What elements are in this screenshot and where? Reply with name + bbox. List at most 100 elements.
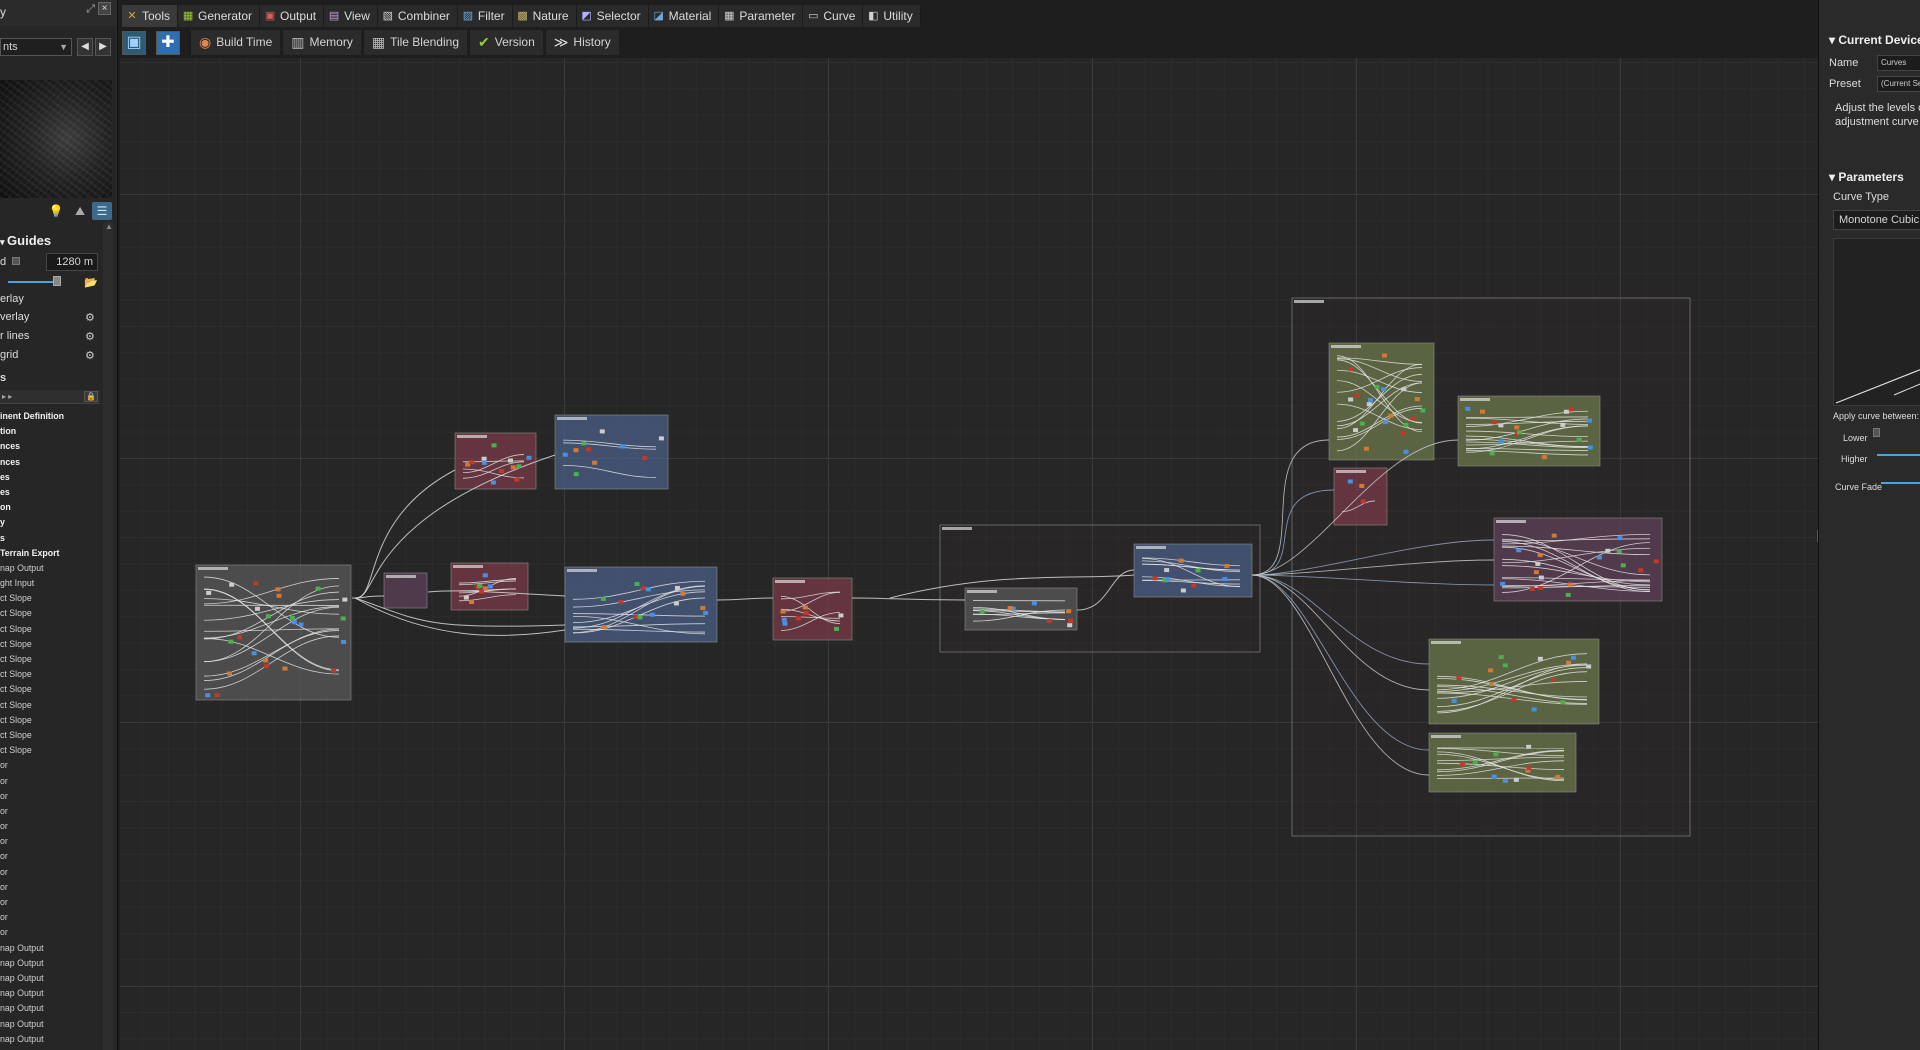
node-port[interactable] (1224, 563, 1230, 568)
node-port[interactable] (265, 614, 271, 619)
node-port[interactable] (803, 610, 809, 615)
node-port[interactable] (1381, 387, 1387, 392)
next-arrow-icon[interactable]: ▶ (95, 38, 111, 56)
tab-curve[interactable]: ▭ Curve (803, 5, 864, 27)
node-port[interactable] (1531, 707, 1537, 712)
scale-value-field[interactable]: 1280 m (46, 253, 98, 271)
tree-item[interactable]: or (0, 865, 100, 880)
node-port[interactable] (205, 693, 211, 698)
node-port[interactable] (1363, 446, 1369, 451)
node-port[interactable] (229, 582, 235, 587)
node-port[interactable] (1366, 402, 1372, 407)
node-port[interactable] (1541, 455, 1547, 460)
node-port[interactable] (700, 606, 706, 611)
node-port[interactable] (645, 587, 651, 592)
node-port[interactable] (1164, 568, 1170, 573)
node-port[interactable] (1551, 533, 1557, 538)
node-port[interactable] (1502, 663, 1508, 668)
tree-item[interactable]: ct Slope (0, 622, 100, 637)
tree-item[interactable]: or (0, 910, 100, 925)
node-port[interactable] (1031, 601, 1037, 606)
node-port[interactable] (1359, 421, 1365, 426)
tab-filter[interactable]: ▨ Filter (457, 5, 513, 27)
node-port[interactable] (1348, 367, 1354, 372)
node-port[interactable] (1516, 548, 1522, 553)
tree-item[interactable]: ght Input (0, 576, 100, 591)
group-title-label[interactable] (1136, 546, 1166, 549)
node-port[interactable] (1195, 568, 1201, 573)
node-port[interactable] (1066, 609, 1072, 614)
tree-item[interactable]: nap Output (0, 956, 100, 971)
tab-nature[interactable]: ▩ Nature (512, 5, 577, 27)
guides-collapse-icon[interactable]: ▾ (0, 237, 7, 247)
folder-icon[interactable]: 📂 (84, 276, 98, 289)
node-port[interactable] (289, 615, 295, 620)
close-icon[interactable]: × (98, 2, 111, 15)
node-port[interactable] (1596, 555, 1602, 560)
scale-checkbox[interactable] (12, 257, 20, 265)
terrain-preview[interactable] (0, 80, 112, 198)
group-title-label[interactable] (457, 435, 487, 438)
build-time-button[interactable]: ◉ Build Time (190, 30, 281, 55)
node-port[interactable] (780, 609, 786, 614)
node-port[interactable] (1374, 384, 1380, 389)
tree-item[interactable]: es (0, 485, 100, 500)
node-port[interactable] (1165, 577, 1171, 582)
node-port[interactable] (1498, 655, 1504, 660)
node-port[interactable] (1348, 397, 1354, 402)
node-port[interactable] (637, 615, 643, 620)
node-port[interactable] (562, 452, 568, 457)
tree-item[interactable]: ct Slope (0, 713, 100, 728)
node-graph-canvas[interactable] (120, 58, 1818, 1050)
current-device-header[interactable]: ▾ Current Device (1829, 33, 1920, 47)
node-port[interactable] (1359, 483, 1365, 488)
node-port[interactable] (673, 601, 679, 606)
group-title-label[interactable] (198, 567, 228, 570)
group-title-label[interactable] (386, 575, 416, 578)
tree-item[interactable]: ct Slope (0, 728, 100, 743)
tree-item[interactable]: nap Output (0, 1032, 100, 1047)
tile-blending-button[interactable]: ▦ Tile Blending (362, 30, 467, 55)
node-port[interactable] (1565, 592, 1571, 597)
curve-editor[interactable] (1833, 238, 1920, 406)
tab-output[interactable]: ▣ Output (260, 5, 325, 27)
tree-item[interactable]: or (0, 834, 100, 849)
scroll-up-icon[interactable]: ▲ (105, 222, 113, 242)
version-button[interactable]: ✔ Version (469, 30, 543, 55)
higher-slider-track[interactable] (1877, 454, 1920, 456)
node-port[interactable] (479, 589, 485, 594)
group-title-label[interactable] (942, 527, 972, 530)
node-port[interactable] (1620, 563, 1626, 568)
node-port[interactable] (674, 585, 680, 590)
tree-item[interactable]: ct Slope (0, 667, 100, 682)
tree-item[interactable]: nap Output (0, 941, 100, 956)
node-port[interactable] (516, 464, 522, 469)
group-title-label[interactable] (1431, 641, 1461, 644)
node-port[interactable] (254, 606, 260, 611)
node-port[interactable] (1410, 416, 1416, 421)
pin-icon[interactable]: ⤢ (86, 3, 95, 16)
tree-item[interactable]: ct Slope (0, 743, 100, 758)
node-port[interactable] (514, 477, 520, 482)
node-port[interactable] (1403, 449, 1409, 454)
tree-item[interactable]: or (0, 849, 100, 864)
node-port[interactable] (1498, 439, 1504, 444)
node-port[interactable] (490, 480, 496, 485)
node-port[interactable] (1472, 760, 1478, 765)
node-port[interactable] (581, 441, 587, 446)
node-port[interactable] (341, 639, 347, 644)
node-port[interactable] (1400, 431, 1406, 436)
node-port[interactable] (1526, 744, 1532, 749)
tree-item[interactable]: nces (0, 439, 100, 454)
tree-item[interactable]: or (0, 819, 100, 834)
tree-item[interactable]: or (0, 789, 100, 804)
node-port[interactable] (1347, 479, 1353, 484)
node-port[interactable] (342, 597, 348, 602)
tree-item[interactable]: ct Slope (0, 682, 100, 697)
node-port[interactable] (1178, 558, 1184, 563)
node-port[interactable] (469, 599, 475, 604)
node-port[interactable] (1535, 561, 1541, 566)
toggle-overlay-2[interactable]: verlay (0, 311, 29, 323)
group-title-label[interactable] (1294, 300, 1324, 303)
node-port[interactable] (507, 458, 513, 463)
